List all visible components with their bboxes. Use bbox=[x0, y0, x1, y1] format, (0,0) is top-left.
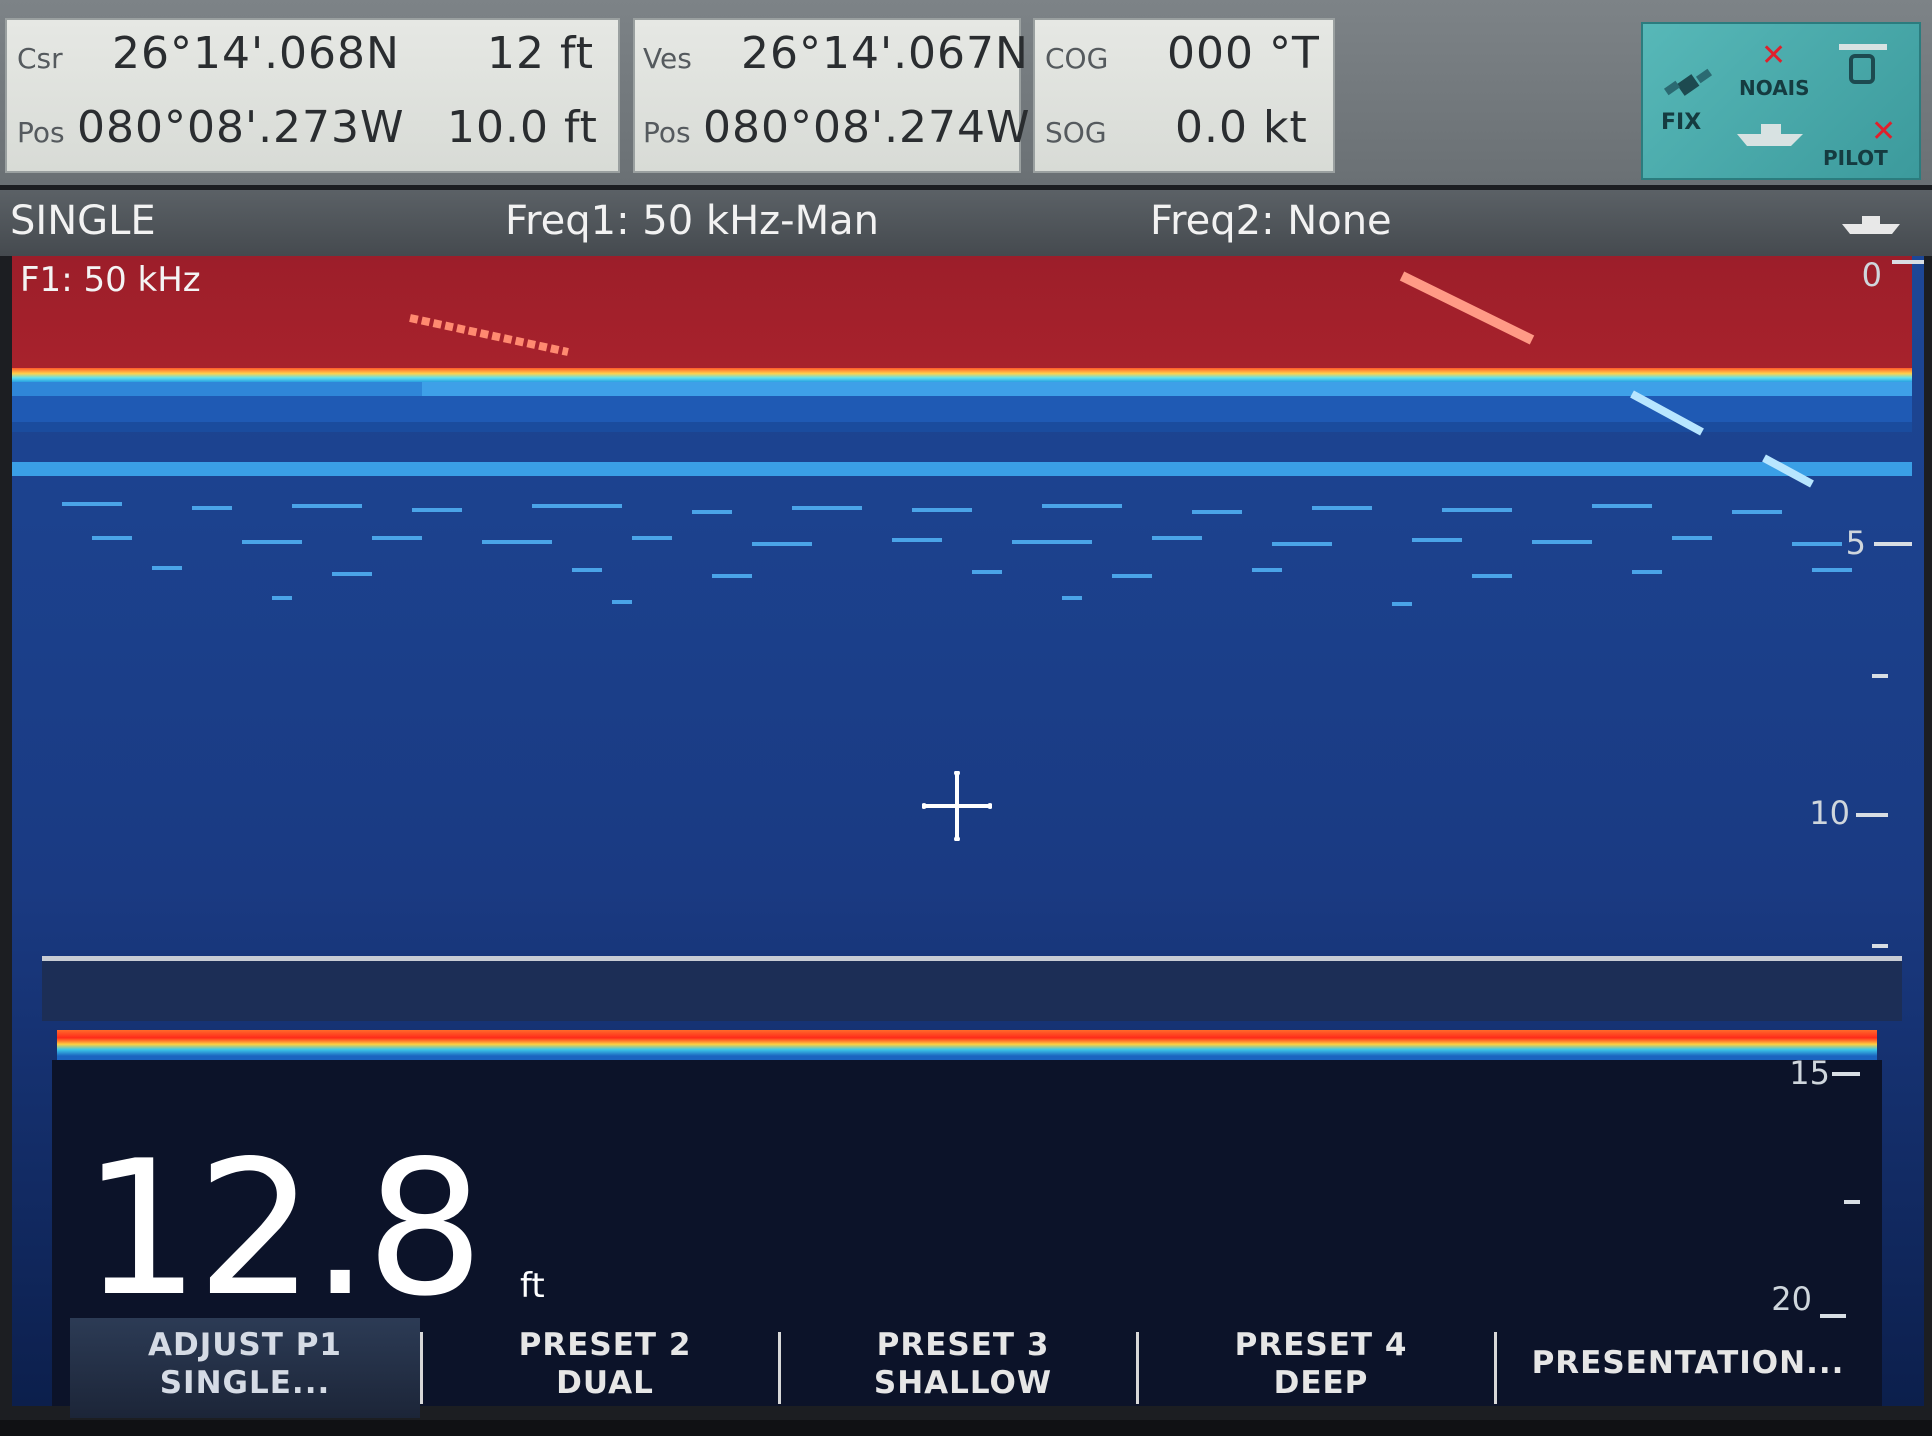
depth-scale-label-15: 15 bbox=[1789, 1054, 1830, 1092]
autopilot-off-icon: ✕ bbox=[1871, 114, 1897, 149]
sonar-mode-bar: SINGLE Freq1: 50 kHz-Man Freq2: None bbox=[0, 190, 1932, 256]
vessel-latitude: 26°14'.067N bbox=[741, 28, 1029, 79]
softkey-divider bbox=[420, 1332, 423, 1404]
ais-no-target-icon: ✕ bbox=[1761, 38, 1787, 73]
fix-label: FIX bbox=[1661, 110, 1702, 135]
softkey-divider bbox=[778, 1332, 781, 1404]
course-speed-panel: COG 000 °T SOG 0.0 kt bbox=[1033, 18, 1335, 173]
depth-scale-label-20: 20 bbox=[1771, 1280, 1812, 1318]
cog-value: 000 °T bbox=[1167, 28, 1320, 79]
softkey-bar: ADJUST P1 SINGLE... PRESET 2 DUAL PRESET… bbox=[60, 1318, 1870, 1418]
presentation-softkey[interactable]: PRESENTATION... bbox=[1506, 1318, 1870, 1418]
depth-scale-label-0: 0 bbox=[1861, 256, 1882, 294]
boat-icon bbox=[1737, 124, 1803, 146]
data-bar: Csr 26°14'.068N 12 ft Pos 080°08'.273W 1… bbox=[0, 0, 1932, 185]
crosshair-cursor-icon[interactable] bbox=[922, 771, 992, 841]
freq2-label: Freq2: None bbox=[1150, 198, 1392, 244]
softkey-line1: PRESET 4 bbox=[1234, 1327, 1408, 1363]
depth-scale-label-10: 10 bbox=[1809, 794, 1850, 832]
mode-label: SINGLE bbox=[10, 198, 156, 244]
tank-icon bbox=[1839, 44, 1887, 84]
preset-4-softkey[interactable]: PRESET 4 DEEP bbox=[1146, 1318, 1496, 1418]
vessel-pos-label: Pos bbox=[643, 116, 691, 149]
softkey-line2: SINGLE... bbox=[159, 1365, 331, 1401]
cursor-range: 12 ft bbox=[487, 28, 594, 79]
pilot-label: PILOT bbox=[1823, 146, 1888, 170]
softkey-line1: PRESENTATION... bbox=[1531, 1345, 1845, 1381]
softkey-line1: PRESET 2 bbox=[518, 1327, 692, 1363]
sog-value: 0.0 kt bbox=[1175, 102, 1308, 153]
vessel-longitude: 080°08'.274W bbox=[703, 102, 1031, 153]
cursor-depth: 10.0 ft bbox=[447, 102, 598, 153]
bezel-edge bbox=[0, 1420, 1932, 1436]
preset-3-softkey[interactable]: PRESET 3 SHALLOW bbox=[788, 1318, 1138, 1418]
sonar-display[interactable]: F1: 50 kHz 0 5 10 15 20 12.8 ft bbox=[12, 256, 1924, 1406]
adjust-p1-softkey[interactable]: ADJUST P1 SINGLE... bbox=[70, 1318, 420, 1418]
freq1-label: Freq1: 50 kHz-Man bbox=[505, 198, 879, 244]
channel-label: F1: 50 kHz bbox=[20, 260, 201, 300]
softkey-line2: SHALLOW bbox=[873, 1365, 1053, 1401]
depth-unit: ft bbox=[520, 1266, 545, 1306]
cursor-pos-label: Pos bbox=[17, 116, 65, 149]
softkey-divider bbox=[1494, 1332, 1497, 1404]
status-icons-box[interactable]: FIX ✕ NOAIS ✕ PILOT bbox=[1641, 22, 1921, 180]
depth-scale-label-5: 5 bbox=[1845, 524, 1866, 562]
sog-label: SOG bbox=[1045, 116, 1107, 149]
cursor-latitude: 26°14'.068N bbox=[112, 28, 400, 79]
cursor-longitude: 080°08'.273W bbox=[77, 102, 405, 153]
preset-2-softkey[interactable]: PRESET 2 DUAL bbox=[430, 1318, 780, 1418]
vessel-position-panel: Ves 26°14'.067N Pos 080°08'.274W bbox=[633, 18, 1030, 173]
vessel-label: Ves bbox=[643, 42, 692, 75]
boat-icon bbox=[1842, 216, 1900, 234]
softkey-divider bbox=[1136, 1332, 1139, 1404]
softkey-line2: DUAL bbox=[556, 1365, 654, 1401]
gps-satellite-icon bbox=[1663, 68, 1713, 96]
softkey-line2: DEEP bbox=[1273, 1365, 1369, 1401]
cursor-label: Csr bbox=[17, 42, 63, 75]
softkey-line1: ADJUST P1 bbox=[148, 1327, 342, 1363]
cursor-position-panel: Csr 26°14'.068N 12 ft Pos 080°08'.273W 1… bbox=[5, 18, 620, 173]
softkey-line1: PRESET 3 bbox=[876, 1327, 1050, 1363]
noais-label: NOAIS bbox=[1739, 76, 1810, 100]
cog-label: COG bbox=[1045, 42, 1109, 75]
depth-readout: 12.8 bbox=[82, 1120, 484, 1337]
